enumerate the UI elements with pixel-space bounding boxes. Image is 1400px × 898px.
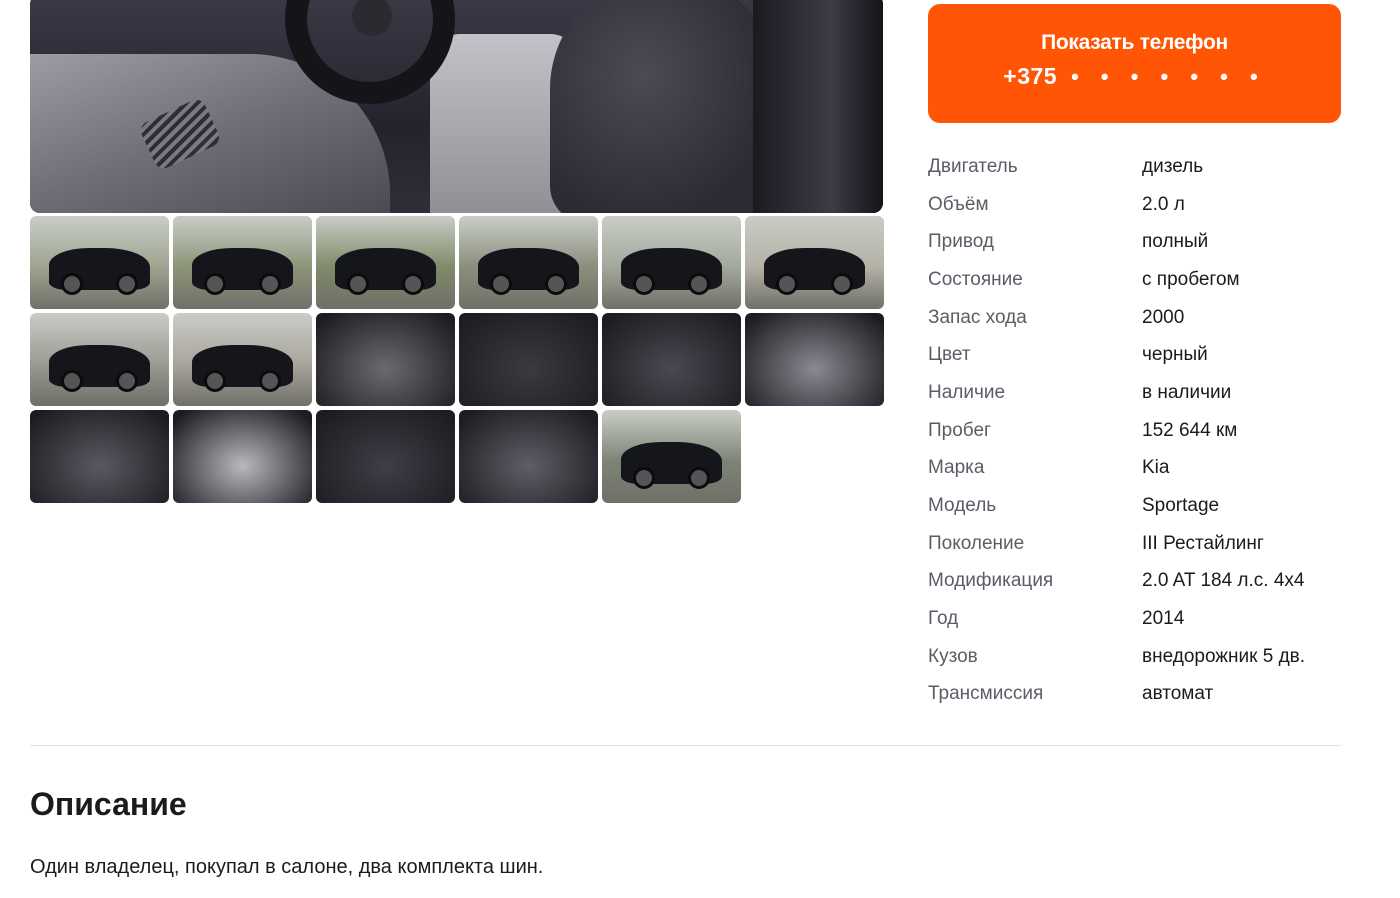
thumbnail[interactable] [30, 410, 169, 503]
spec-key: Состояние [928, 268, 1023, 290]
spec-key: Привод [928, 231, 994, 253]
spec-row: Цвет черный [928, 336, 1348, 374]
thumbnail[interactable] [173, 313, 312, 406]
show-phone-button[interactable]: Показать телефон +375 • • • • • • • [928, 4, 1341, 123]
spec-key: Кузов [928, 645, 978, 667]
thumbnail[interactable] [602, 216, 741, 309]
thumbnail[interactable] [459, 313, 598, 406]
thumbnail[interactable] [602, 313, 741, 406]
show-phone-label: Показать телефон [1041, 31, 1228, 54]
spec-value: дизель [1142, 155, 1204, 177]
car-shape [478, 247, 579, 296]
spec-row: Пробег 152 644 км [928, 412, 1348, 450]
seat-shape [550, 0, 780, 213]
door-shape [753, 0, 883, 213]
thumbnail-grid [30, 216, 884, 503]
spec-value: полный [1142, 231, 1209, 253]
thumbnail[interactable] [745, 216, 884, 309]
spec-key: Цвет [928, 344, 971, 366]
car-shape [621, 441, 722, 490]
thumbnail[interactable] [316, 410, 455, 503]
spec-value: 2014 [1142, 608, 1185, 630]
spec-value: Kia [1142, 457, 1170, 479]
spec-value: III Рестайлинг [1142, 532, 1264, 554]
spec-key: Двигатель [928, 155, 1018, 177]
section-divider [30, 745, 1341, 746]
spec-row: Год 2014 [928, 600, 1348, 638]
spec-key: Марка [928, 457, 985, 479]
spec-value: 2000 [1142, 306, 1185, 328]
thumbnail[interactable] [459, 410, 598, 503]
spec-row: Модель Sportage [928, 487, 1348, 525]
spec-key: Модель [928, 495, 997, 517]
spec-value: черный [1142, 344, 1208, 366]
spec-row: Поколение III Рестайлинг [928, 525, 1348, 563]
spec-value: в наличии [1142, 381, 1232, 403]
thumbnail[interactable] [316, 216, 455, 309]
spec-key: Пробег [928, 419, 991, 441]
thumbnail[interactable] [602, 410, 741, 503]
spec-key: Поколение [928, 532, 1025, 554]
thumbnail[interactable] [173, 216, 312, 309]
specs-table: Двигатель дизель Объём 2.0 л Привод полный Сос… [928, 148, 1348, 713]
thumbnail[interactable] [30, 313, 169, 406]
car-shape [621, 247, 722, 296]
description-text: Один владелец, покупал в салоне, два ком… [30, 856, 544, 878]
thumbnail[interactable] [745, 313, 884, 406]
spec-value: 152 644 км [1142, 419, 1238, 441]
spec-value: внедорожник 5 дв. [1142, 645, 1306, 667]
spec-value: с пробегом [1142, 268, 1240, 290]
spec-key: Год [928, 608, 959, 630]
phone-number: +375 • • • • • • • [928, 63, 1341, 90]
spec-row: Запас хода 2000 [928, 299, 1348, 337]
spec-row: Наличие в наличии [928, 374, 1348, 412]
main-photo[interactable] [30, 0, 883, 213]
spec-row: Привод полный [928, 223, 1348, 261]
spec-key: Модификация [928, 570, 1054, 592]
description-title: Описание [30, 786, 187, 822]
spec-row: Объём 2.0 л [928, 186, 1348, 224]
thumbnail[interactable] [459, 216, 598, 309]
car-shape [192, 247, 293, 296]
thumbnail[interactable] [173, 410, 312, 503]
spec-row: Трансмиссия автомат [928, 676, 1348, 714]
spec-key: Объём [928, 193, 989, 215]
spec-key: Запас хода [928, 306, 1027, 328]
spec-row: Кузов внедорожник 5 дв. [928, 638, 1348, 676]
phone-prefix: +375 [1003, 63, 1058, 89]
car-shape [335, 247, 436, 296]
spec-value: 2.0 AT 184 л.с. 4x4 [1142, 570, 1305, 592]
spec-row: Состояние с пробегом [928, 261, 1348, 299]
spec-value: Sportage [1142, 495, 1220, 517]
car-shape [192, 344, 293, 393]
spec-row: Марка Kia [928, 450, 1348, 488]
spec-row: Двигатель дизель [928, 148, 1348, 186]
thumbnail[interactable] [30, 216, 169, 309]
spec-value: 2.0 л [1142, 193, 1185, 215]
spec-key: Наличие [928, 381, 1006, 403]
spec-value: автомат [1142, 683, 1214, 705]
car-shape [764, 247, 865, 296]
car-shape [49, 344, 150, 393]
phone-masked-digits: • • • • • • • [1071, 64, 1266, 89]
car-shape [49, 247, 150, 296]
spec-row: Модификация 2.0 AT 184 л.с. 4x4 [928, 563, 1348, 601]
thumbnail[interactable] [316, 313, 455, 406]
spec-key: Трансмиссия [928, 683, 1044, 705]
